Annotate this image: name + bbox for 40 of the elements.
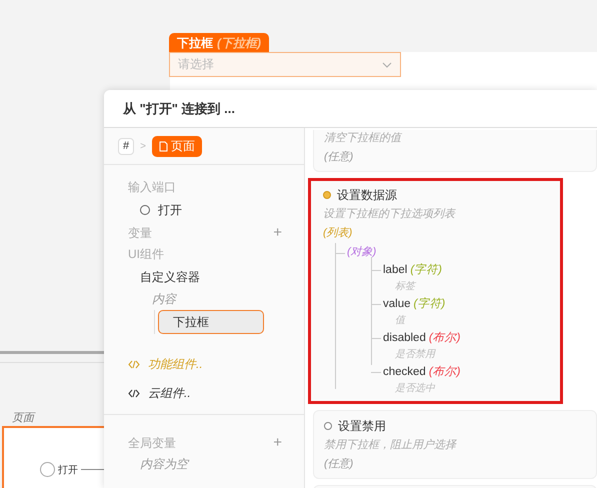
field-description: 标签 (394, 280, 415, 294)
highlighted-port-card[interactable]: 设置数据源 设置下拉框的下拉选项列表 (列表) (对象) label (字符) 标签 value (字符) 值 disabled (布尔) 是否禁用 checked (布尔) 是否选中 (308, 178, 563, 404)
type-label: (任意) (324, 150, 354, 165)
code-icon (128, 389, 140, 398)
type-label: (对象) (347, 246, 376, 258)
port-description: 设置下拉框的下拉选项列表 (323, 207, 457, 222)
tree-item[interactable]: 下拉框 (158, 310, 264, 334)
port-description: 禁用下拉框，阻止用户选择 (324, 438, 458, 453)
field-name: value (字符) (383, 296, 446, 312)
port-circle (140, 205, 150, 215)
port-name: 设置禁用 (338, 418, 386, 434)
port-name: 设置数据源 (337, 186, 397, 204)
port-card[interactable]: 设置禁用 禁用下拉框，阻止用户选择 (任意) (313, 410, 597, 479)
component-tag: 下拉框 (下拉框) (169, 33, 269, 53)
input-port-item[interactable]: 打开 (128, 199, 182, 221)
section-title: UI组件 (128, 246, 165, 263)
slot-label: 内容 (152, 291, 176, 308)
field-description: 值 (394, 314, 405, 328)
breadcrumb-separator: > (140, 140, 146, 152)
port-circle[interactable] (40, 462, 55, 477)
breadcrumb-item[interactable]: # (118, 138, 134, 154)
type-label: (任意) (324, 457, 354, 472)
type-label: (列表) (323, 226, 352, 241)
empty-text: 内容为空 (139, 456, 190, 473)
field-name: checked (布尔) (383, 364, 461, 380)
field-description: 是否禁用 (394, 348, 435, 362)
code-group-item[interactable]: 云组件.. (128, 379, 191, 408)
section-title: 全局变量 (128, 435, 176, 452)
section-title: 输入端口 (128, 179, 177, 196)
document-icon (158, 140, 168, 152)
field-name: label (字符) (383, 262, 442, 278)
chevron-down-icon (382, 62, 392, 68)
section-title: 变量 (128, 225, 152, 242)
port-label: 打开 (58, 464, 78, 476)
tree-item[interactable]: 自定义容器 (140, 266, 200, 288)
field-description: 是否选中 (394, 382, 435, 396)
page-label: 页面 (12, 411, 34, 425)
code-icon (128, 360, 140, 369)
port-description: 清空下拉框的值 (324, 130, 403, 146)
field-name: disabled (布尔) (383, 330, 461, 346)
